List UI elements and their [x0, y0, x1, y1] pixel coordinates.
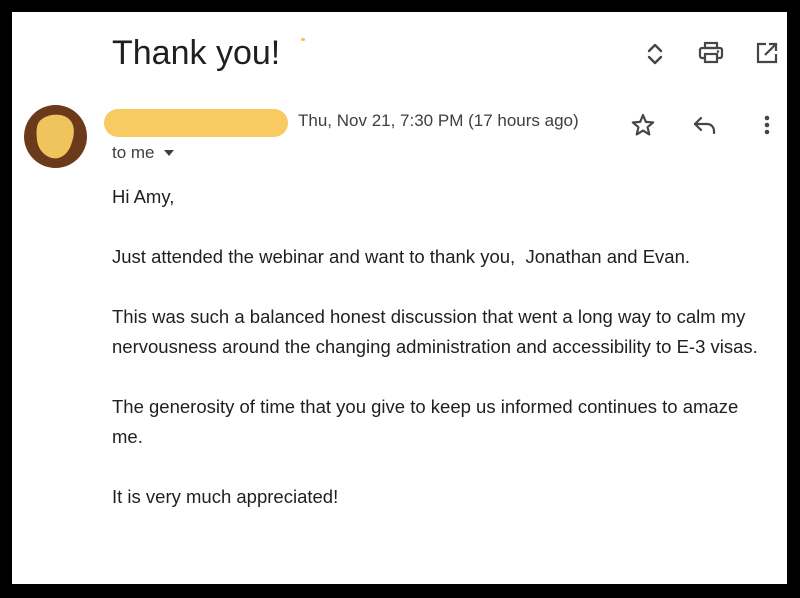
email-body: Hi Amy, Just attended the webinar and wa…	[112, 182, 772, 542]
open-in-new-icon	[756, 42, 778, 64]
chevron-down-icon	[163, 150, 174, 156]
body-paragraph: The generosity of time that you give to …	[112, 396, 744, 447]
body-paragraph: This was such a balanced honest discussi…	[112, 306, 758, 357]
email-date: Thu, Nov 21, 7:30 PM (17 hours ago)	[298, 111, 579, 130]
expand-all-button[interactable]	[640, 38, 670, 70]
sender-avatar	[24, 105, 87, 168]
reply-icon	[693, 116, 716, 135]
avatar-redaction	[36, 114, 74, 159]
reply-button[interactable]	[688, 108, 722, 142]
star-icon	[631, 113, 655, 136]
print-button[interactable]	[694, 38, 728, 68]
body-paragraph: Just attended the webinar and want to th…	[112, 246, 691, 267]
print-icon	[698, 41, 724, 64]
recipient-details-toggle[interactable]: to me	[112, 143, 175, 163]
sender-name-redaction	[104, 109, 288, 137]
star-button[interactable]	[626, 108, 660, 142]
email-subject: Thank you!	[112, 34, 281, 72]
more-vert-icon	[764, 115, 770, 135]
open-in-new-window-button[interactable]	[752, 38, 782, 68]
more-options-button[interactable]	[752, 108, 782, 142]
highlight-mark	[301, 38, 305, 41]
greeting: Hi Amy,	[112, 186, 175, 207]
email-view: Thank you! Thu, Nov 21, 7:30 PM (17 hour…	[12, 12, 787, 584]
body-paragraph: It is very much appreciated!	[112, 486, 339, 507]
recipient-label: to me	[112, 143, 155, 162]
unfold-icon	[647, 43, 663, 65]
